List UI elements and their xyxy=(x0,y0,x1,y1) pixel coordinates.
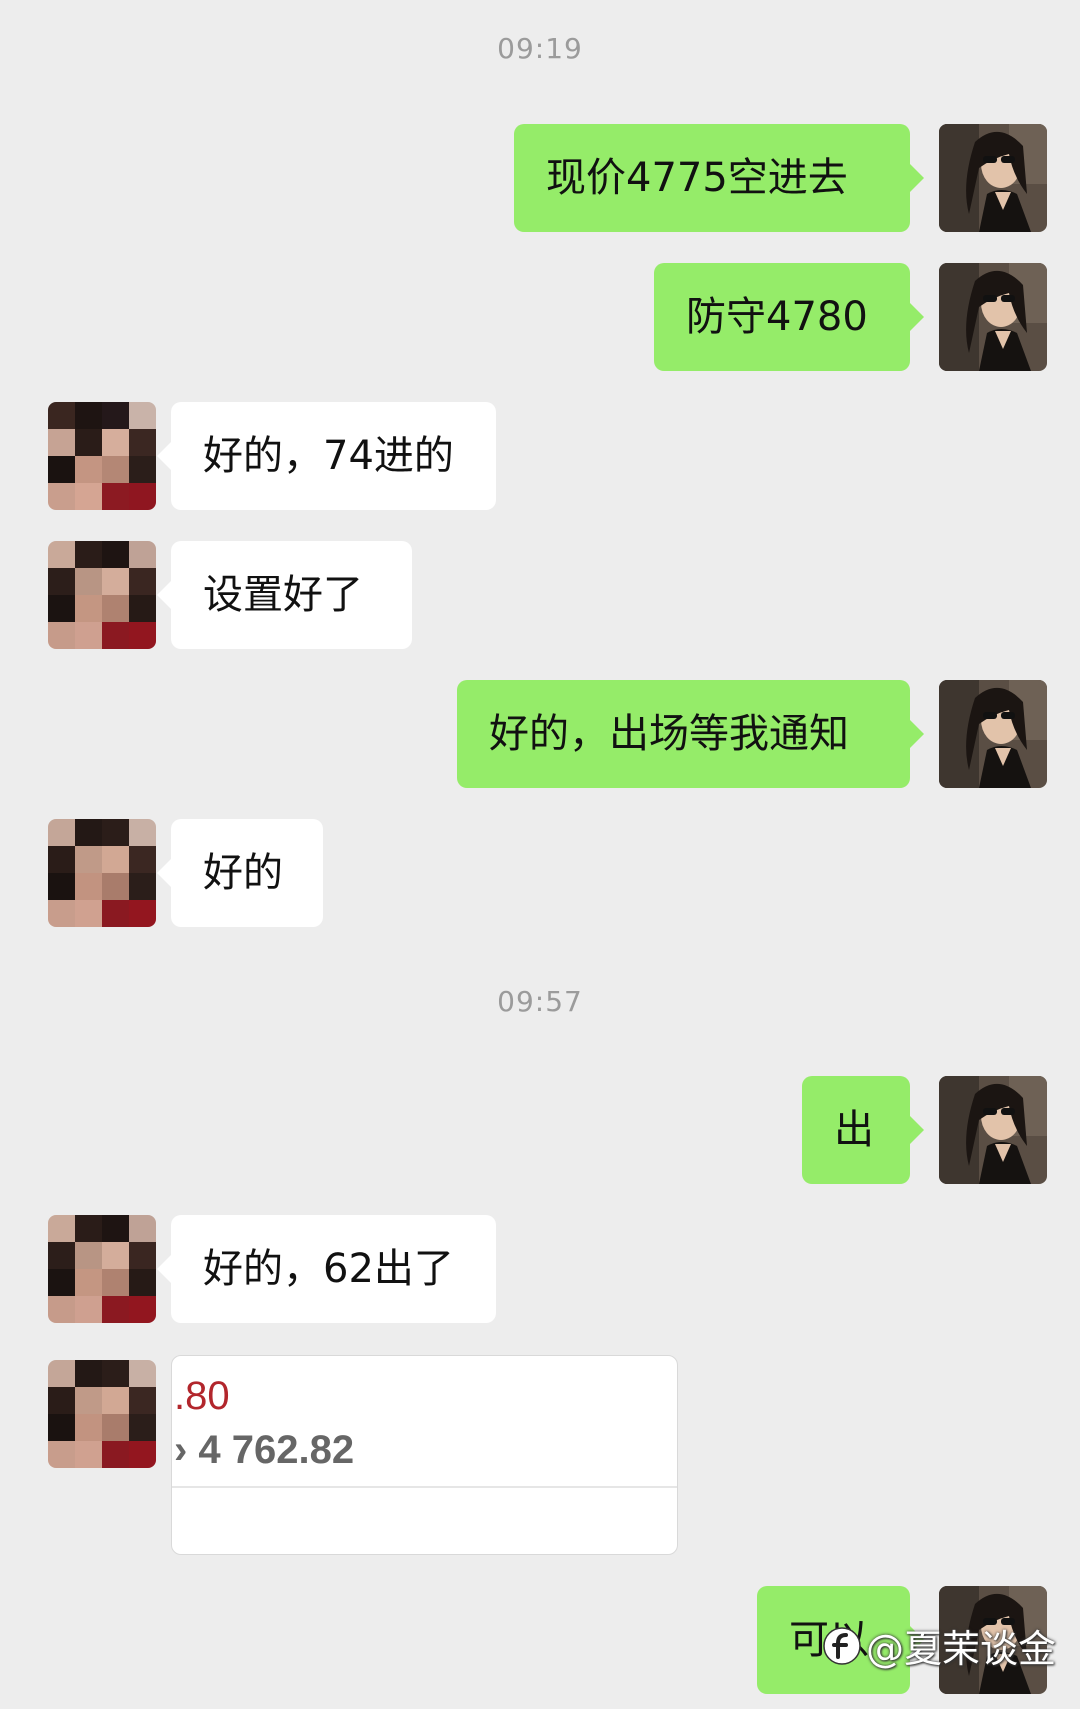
watermark-text: @夏茉谈金 xyxy=(866,1627,1057,1671)
message-text: 好的，62出了 xyxy=(203,1246,454,1292)
contact-avatar[interactable] xyxy=(48,1215,156,1323)
incoming-message[interactable]: 设置好了 xyxy=(157,541,412,649)
outgoing-message[interactable]: 防守4780 xyxy=(654,263,924,371)
incoming-message[interactable]: 好的，62出了 xyxy=(157,1215,496,1323)
message-text: 好的，出场等我通知 xyxy=(489,711,849,757)
contact-avatar[interactable] xyxy=(48,1360,156,1468)
message-text: 好的，74进的 xyxy=(203,433,454,479)
contact-avatar-pixelated xyxy=(48,819,156,927)
image-message[interactable]: .80 › 4 762.82 xyxy=(171,1355,678,1555)
self-avatar[interactable] xyxy=(939,1076,1047,1184)
watermark: @夏茉谈金 xyxy=(822,1618,1056,1673)
self-avatar-image xyxy=(939,124,1047,232)
outgoing-message[interactable]: 现价4775空进去 xyxy=(514,124,924,232)
chat-area: 09:19 现价4775空进去 防守4780 好的，74进的 设置好了 好的，出… xyxy=(0,0,1080,1709)
self-avatar-image xyxy=(939,1076,1047,1184)
timestamp-1: 09:19 xyxy=(497,32,583,65)
incoming-message[interactable]: 好的，74进的 xyxy=(157,402,496,510)
message-text: 现价4775空进去 xyxy=(546,155,848,201)
message-text: 出 xyxy=(834,1107,874,1153)
contact-avatar-pixelated xyxy=(48,1215,156,1323)
self-avatar[interactable] xyxy=(939,124,1047,232)
message-text: 防守4780 xyxy=(686,294,868,340)
contact-avatar-pixelated xyxy=(48,541,156,649)
incoming-message[interactable]: 好的 xyxy=(157,819,323,927)
image-price-red: .80 xyxy=(174,1374,230,1418)
image-divider xyxy=(172,1486,677,1488)
outgoing-message[interactable]: 好的，出场等我通知 xyxy=(457,680,924,788)
contact-avatar[interactable] xyxy=(48,402,156,510)
contact-avatar[interactable] xyxy=(48,819,156,927)
self-avatar[interactable] xyxy=(939,263,1047,371)
timestamp-2: 09:57 xyxy=(497,985,583,1018)
self-avatar-image xyxy=(939,680,1047,788)
message-text: 好的 xyxy=(203,850,283,896)
contact-avatar-pixelated xyxy=(48,1360,156,1468)
message-text: 设置好了 xyxy=(203,572,363,618)
image-price-gray: › 4 762.82 xyxy=(174,1428,355,1472)
self-avatar[interactable] xyxy=(939,680,1047,788)
outgoing-message[interactable]: 出 xyxy=(802,1076,924,1184)
contact-avatar-pixelated xyxy=(48,402,156,510)
self-avatar-image xyxy=(939,263,1047,371)
watermark-logo-icon xyxy=(822,1626,862,1666)
contact-avatar[interactable] xyxy=(48,541,156,649)
